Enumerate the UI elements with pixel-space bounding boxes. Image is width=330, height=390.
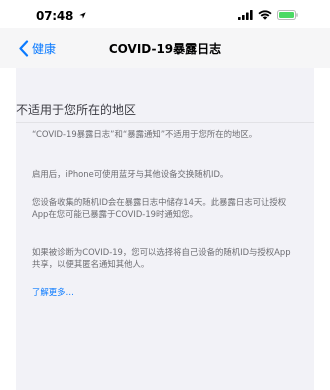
section-divider: [16, 122, 314, 123]
status-bar: 07:48: [0, 0, 330, 28]
navigation-bar: 健康 COVID-19暴露日志: [0, 28, 330, 68]
screen: 07:48 健康 COVID-19暴露日志 不适用于您所在的地区 “COVID-…: [0, 0, 330, 390]
info-paragraph: 您设备收集的随机ID会在暴露日志中储存14天。此暴露日志可让授权App在您可能已…: [32, 197, 287, 219]
status-time: 07:48: [36, 9, 74, 23]
wifi-icon: [258, 10, 272, 20]
battery-icon: [277, 10, 298, 20]
cellular-signal-icon: [238, 10, 253, 20]
page-title: COVID-19暴露日志: [108, 42, 222, 56]
info-paragraph: 启用后，iPhone可使用蓝牙与其他设备交换随机ID。: [32, 169, 229, 179]
status-icons: [238, 10, 298, 20]
info-paragraph: “COVID-19暴露日志”和“暴露通知”不适用于您所在的地区。: [32, 129, 258, 139]
section-title: 不适用于您所在的地区: [16, 103, 137, 117]
learn-more-link[interactable]: 了解更多…: [32, 286, 74, 298]
location-arrow-icon: [79, 12, 86, 19]
info-paragraph: 如果被诊断为COVID-19，您可以选择将自己设备的随机ID与授权App共享，以…: [32, 247, 291, 269]
